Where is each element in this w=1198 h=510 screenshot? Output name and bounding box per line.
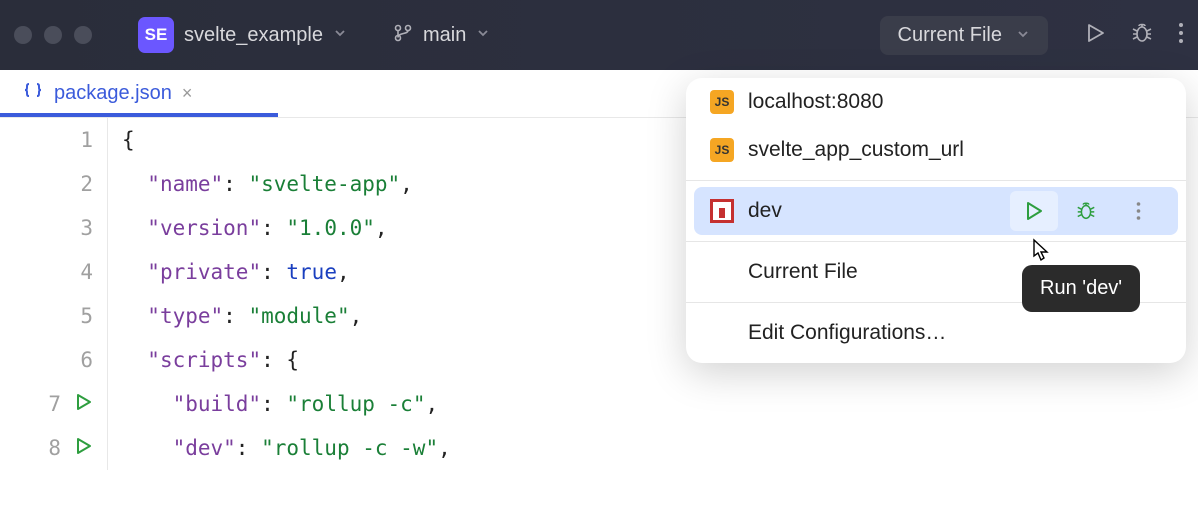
more-dev-button[interactable]	[1114, 191, 1162, 231]
edit-configurations[interactable]: Edit Configurations…	[686, 309, 1186, 357]
code-content[interactable]: { "name": "svelte-app", "version": "1.0.…	[108, 118, 451, 470]
run-config-label: localhost:8080	[748, 90, 883, 114]
js-icon: JS	[710, 90, 734, 114]
run-config-item-localhost[interactable]: JS localhost:8080	[686, 78, 1186, 126]
run-config-selector[interactable]: Current File	[880, 16, 1048, 55]
run-button[interactable]	[1084, 22, 1106, 49]
branch-name: main	[423, 24, 466, 47]
more-actions-button[interactable]	[1178, 22, 1184, 49]
divider	[686, 241, 1186, 242]
run-tooltip: Run 'dev'	[1022, 265, 1140, 312]
main-toolbar: SE svelte_example main Current File	[0, 0, 1198, 70]
branch-icon	[393, 23, 413, 48]
debug-button[interactable]	[1130, 21, 1154, 50]
line-gutter: 1 2 3 4 5 6 7 8	[0, 118, 108, 470]
project-name: svelte_example	[184, 24, 323, 47]
line-number: 5	[71, 294, 93, 338]
tab-package-json[interactable]: package.json ×	[14, 70, 200, 117]
npm-icon	[710, 199, 734, 223]
run-config-label: dev	[748, 199, 782, 223]
divider	[686, 180, 1186, 181]
line-number: 1	[71, 118, 93, 162]
line-number: 3	[71, 206, 93, 250]
run-config-item-svelte-app[interactable]: JS svelte_app_custom_url	[686, 126, 1186, 174]
js-icon: JS	[710, 138, 734, 162]
line-number: 6	[71, 338, 93, 382]
project-selector[interactable]: SE svelte_example	[138, 17, 347, 53]
project-badge: SE	[138, 17, 174, 53]
json-file-icon	[22, 80, 44, 107]
line-number: 2	[71, 162, 93, 206]
line-number: 4	[71, 250, 93, 294]
close-window-button[interactable]	[14, 26, 32, 44]
run-config-label: svelte_app_custom_url	[748, 138, 964, 162]
run-config-dropdown: JS localhost:8080 JS svelte_app_custom_u…	[686, 78, 1186, 363]
debug-dev-button[interactable]	[1062, 191, 1110, 231]
run-config-item-dev[interactable]: dev	[694, 187, 1178, 235]
run-gutter-icon[interactable]	[75, 426, 93, 470]
run-dev-button[interactable]	[1010, 191, 1058, 231]
maximize-window-button[interactable]	[74, 26, 92, 44]
tab-filename: package.json	[54, 82, 172, 105]
run-gutter-icon[interactable]	[75, 382, 93, 426]
chevron-down-icon	[333, 26, 347, 45]
active-tab-indicator	[0, 113, 278, 117]
run-config-label: Current File	[898, 24, 1002, 47]
line-number: 7	[39, 382, 61, 426]
edit-configurations-label: Edit Configurations…	[748, 321, 946, 345]
branch-selector[interactable]: main	[393, 23, 490, 48]
chevron-down-icon	[476, 26, 490, 45]
window-controls	[14, 26, 92, 44]
minimize-window-button[interactable]	[44, 26, 62, 44]
line-number: 8	[39, 426, 61, 470]
chevron-down-icon	[1016, 24, 1030, 47]
current-file-label: Current File	[748, 260, 858, 284]
close-tab-button[interactable]: ×	[182, 83, 193, 104]
